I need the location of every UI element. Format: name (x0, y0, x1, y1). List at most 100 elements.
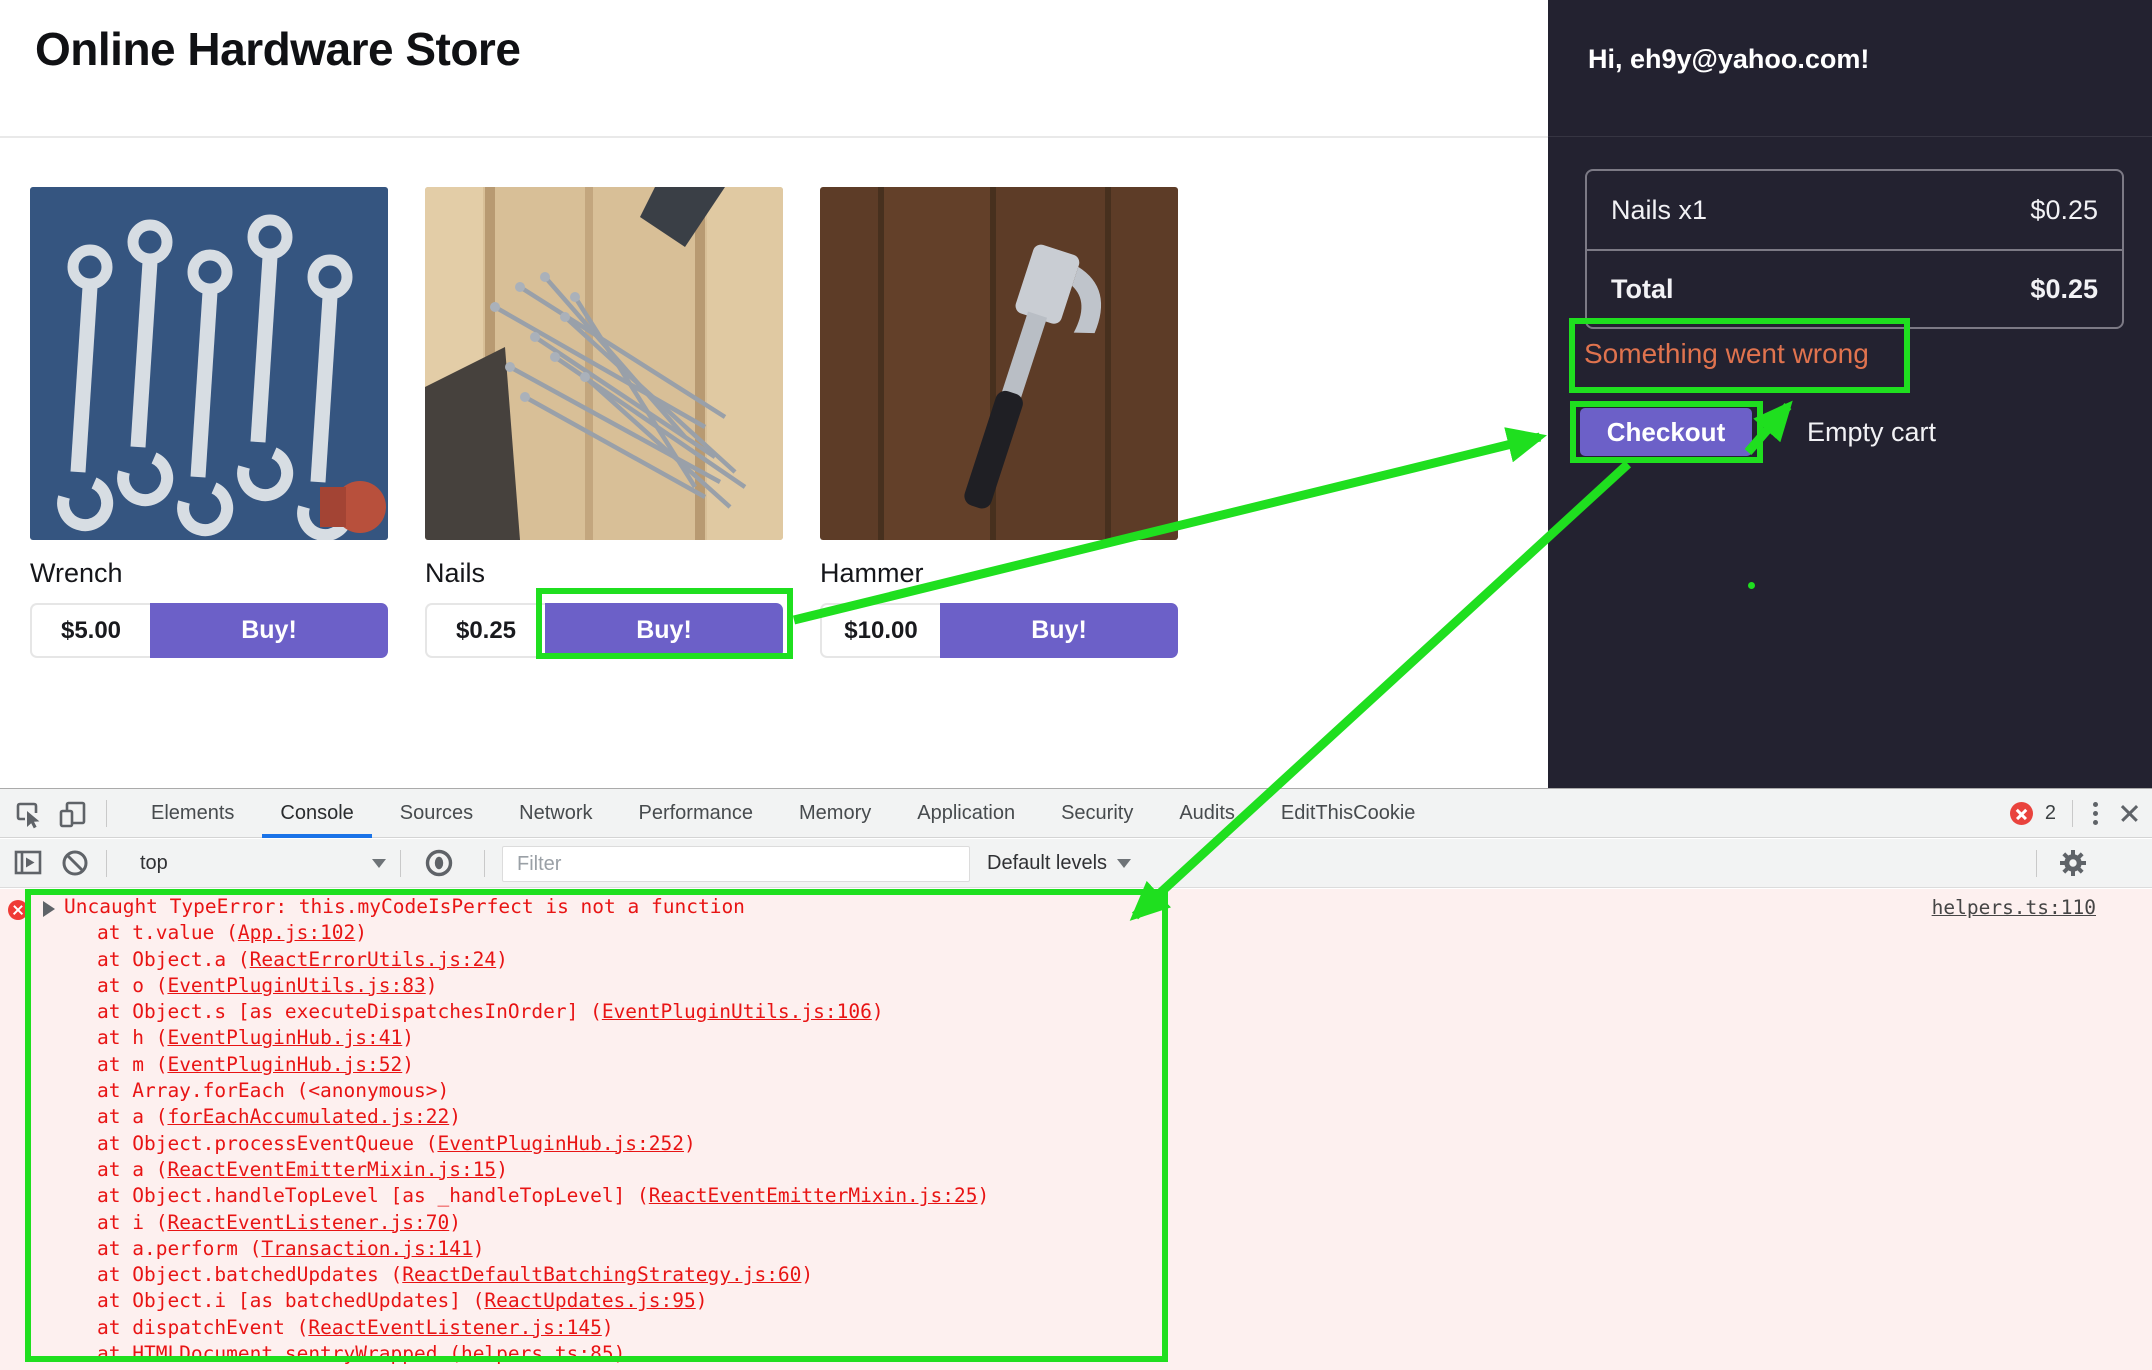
cart-item-label: Total (1611, 274, 1674, 305)
stack-frame: at m (EventPluginHub.js:52) (97, 1052, 989, 1078)
error-count: 2 (2045, 802, 2056, 825)
inspect-element-icon[interactable] (13, 799, 43, 829)
stack-frame: at a (ReactEventEmitterMixin.js:15) (97, 1157, 989, 1183)
stack-source-link[interactable]: Transaction.js:141 (261, 1237, 472, 1260)
stack-source-link[interactable]: EventPluginUtils.js:83 (167, 974, 425, 997)
stack-frame: at dispatchEvent (ReactEventListener.js:… (97, 1315, 989, 1341)
divider (106, 850, 107, 877)
stack-source-link[interactable]: helpers.ts:85 (461, 1342, 614, 1365)
product-price: $10.00 (820, 603, 940, 658)
devtools-tabs: ElementsConsoleSourcesNetworkPerformance… (128, 789, 1438, 838)
checkout-error-text: Something went wrong (1584, 338, 1869, 370)
stack-frame: at Object.batchedUpdates (ReactDefaultBa… (97, 1262, 989, 1288)
filter-input[interactable] (502, 846, 970, 882)
buy-button-wrench[interactable]: Buy! (150, 603, 388, 658)
tab-sources[interactable]: Sources (377, 789, 496, 838)
stack-source-link[interactable]: ReactUpdates.js:95 (484, 1289, 695, 1312)
gear-icon[interactable] (2058, 848, 2088, 878)
live-expression-icon[interactable] (424, 848, 454, 878)
chevron-down-icon (1117, 859, 1131, 868)
cart-row: Total $0.25 (1587, 249, 2122, 327)
tab-elements[interactable]: Elements (128, 789, 257, 838)
devtools-tabbar: ElementsConsoleSourcesNetworkPerformance… (0, 789, 2152, 838)
stack-source-link[interactable]: ReactErrorUtils.js:24 (250, 948, 497, 971)
page-title: Online Hardware Store (35, 22, 520, 76)
product-price: $5.00 (30, 603, 150, 658)
product-footer: $10.00 Buy! (820, 603, 1178, 658)
divider (484, 850, 485, 877)
stack-frame: at Object.processEventQueue (EventPlugin… (97, 1131, 989, 1157)
stack-frame: at o (EventPluginUtils.js:83) (97, 973, 989, 999)
console-sidebar-icon[interactable] (13, 848, 43, 878)
header-divider (0, 136, 1548, 138)
divider (2036, 850, 2037, 877)
stack-frame: at a.perform (Transaction.js:141) (97, 1236, 989, 1262)
error-badge-icon[interactable] (2010, 802, 2033, 825)
product-footer: $5.00 Buy! (30, 603, 388, 658)
stack-source-link[interactable]: EventPluginUtils.js:106 (602, 1000, 872, 1023)
stack-frame: at t.value (App.js:102) (97, 920, 989, 946)
console-error-message: Uncaught TypeError: this.myCodeIsPerfect… (64, 894, 745, 920)
cart-item-amount: $0.25 (2030, 274, 2098, 305)
product-footer: $0.25 Buy! (425, 603, 783, 658)
nails-product-image (425, 187, 783, 540)
annotation-dot (1748, 582, 1755, 589)
stack-frame: at Object.s [as executeDispatchesInOrder… (97, 999, 989, 1025)
product-price: $0.25 (425, 603, 545, 658)
wrench-product-image (30, 187, 388, 540)
tab-network[interactable]: Network (496, 789, 615, 838)
console-output: Uncaught TypeError: this.myCodeIsPerfect… (0, 889, 2152, 1370)
stack-trace: at t.value (App.js:102)at Object.a (Reac… (97, 920, 989, 1367)
tab-editthiscookie[interactable]: EditThisCookie (1258, 789, 1439, 838)
clear-console-icon[interactable] (60, 848, 90, 878)
stack-source-link[interactable]: EventPluginHub.js:52 (167, 1053, 402, 1076)
stack-frame: at Object.a (ReactErrorUtils.js:24) (97, 947, 989, 973)
stack-source-link[interactable]: EventPluginHub.js:252 (437, 1132, 684, 1155)
tab-audits[interactable]: Audits (1156, 789, 1258, 838)
expand-triangle-icon[interactable] (43, 901, 55, 917)
tab-security[interactable]: Security (1038, 789, 1156, 838)
source-file-link[interactable]: helpers.ts:110 (1932, 896, 2096, 919)
tab-performance[interactable]: Performance (616, 789, 777, 838)
divider (400, 850, 401, 877)
product-name: Hammer (820, 558, 1178, 589)
tab-application[interactable]: Application (894, 789, 1038, 838)
devtools-menu-icon[interactable] (2085, 798, 2106, 829)
checkout-button[interactable]: Checkout (1580, 408, 1752, 456)
product-card-wrench: Wrench $5.00 Buy! (30, 187, 388, 658)
stack-frame: at h (EventPluginHub.js:41) (97, 1025, 989, 1051)
cart-item-label: Nails x1 (1611, 195, 1707, 226)
stack-frame: at i (ReactEventListener.js:70) (97, 1210, 989, 1236)
tab-console[interactable]: Console (257, 789, 376, 838)
stack-source-link[interactable]: ReactEventListener.js:70 (167, 1211, 449, 1234)
tab-memory[interactable]: Memory (776, 789, 894, 838)
stack-source-link[interactable]: ReactEventEmitterMixin.js:25 (649, 1184, 978, 1207)
log-levels-label: Default levels (987, 852, 1107, 875)
chevron-down-icon (372, 859, 386, 868)
stack-frame: at Array.forEach (<anonymous>) (97, 1078, 989, 1104)
log-levels-dropdown[interactable]: Default levels (987, 839, 1131, 888)
stack-frame: at a (forEachAccumulated.js:22) (97, 1104, 989, 1130)
error-icon (8, 900, 28, 920)
stack-source-link[interactable]: ReactEventListener.js:145 (308, 1316, 602, 1339)
stack-source-link[interactable]: ReactEventEmitterMixin.js:15 (167, 1158, 496, 1181)
stack-source-link[interactable]: forEachAccumulated.js:22 (167, 1105, 449, 1128)
stack-source-link[interactable]: App.js:102 (238, 921, 355, 944)
product-name: Nails (425, 558, 783, 589)
empty-cart-button[interactable]: Empty cart (1807, 417, 1936, 448)
context-selector[interactable]: top (128, 839, 396, 888)
stack-source-link[interactable]: ReactDefaultBatchingStrategy.js:60 (402, 1263, 801, 1286)
buy-button-nails[interactable]: Buy! (545, 603, 783, 658)
stack-frame: at Object.i [as batchedUpdates] (ReactUp… (97, 1288, 989, 1314)
cart-row: Nails x1$0.25 (1587, 171, 2122, 249)
divider (2072, 800, 2073, 827)
device-toolbar-icon[interactable] (58, 799, 88, 829)
cart-sidebar: Hi, eh9y@yahoo.com! Nails x1$0.25Total$0… (1548, 0, 2152, 788)
buy-button-hammer[interactable]: Buy! (940, 603, 1178, 658)
product-card-hammer: Hammer $10.00 Buy! (820, 187, 1178, 658)
cart-summary-table: Nails x1$0.25 Total $0.25 (1585, 169, 2124, 329)
stack-source-link[interactable]: EventPluginHub.js:41 (167, 1026, 402, 1049)
context-selector-value: top (140, 852, 168, 875)
tabbar-controls: 2 (2010, 789, 2142, 838)
close-icon[interactable] (2118, 802, 2142, 826)
